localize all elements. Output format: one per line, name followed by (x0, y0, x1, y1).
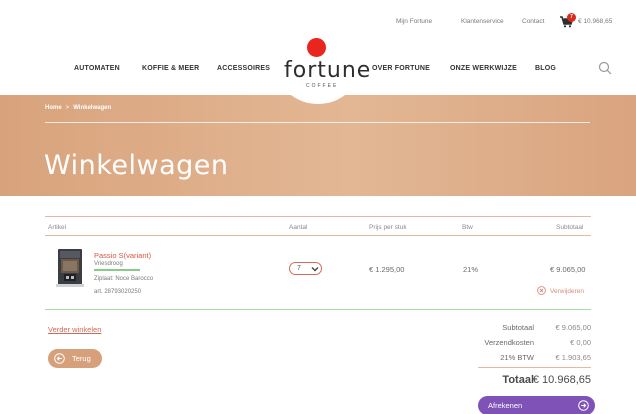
link-mijn-fortune[interactable]: Mijn Fortune (396, 18, 432, 25)
nav-koffie-meer[interactable]: KOFFIE & MEER (142, 65, 199, 72)
link-contact[interactable]: Contact (522, 18, 544, 25)
col-header-aantal: Aantal (289, 224, 308, 231)
summary-divider (478, 367, 591, 368)
continue-shopping-link[interactable]: Verder winkelen (48, 325, 101, 334)
hero-divider (45, 122, 590, 123)
nav-accessoires[interactable]: ACCESSOIRES (217, 65, 270, 72)
product-article-number: art. 28793020250 (94, 289, 142, 295)
product-ziplaat: Ziplaat: Noce Barocco (94, 276, 154, 282)
summary-subtotal-value: € 9.065,00 (555, 323, 591, 332)
variant-underline (94, 269, 140, 271)
row-subtotal: € 9.065,00 (550, 265, 586, 274)
cart-count-badge: 7 (567, 13, 576, 22)
search-icon[interactable] (598, 61, 612, 75)
col-header-btw: Btw (462, 224, 473, 231)
total-value: € 10.968,65 (532, 374, 591, 386)
chevron-down-icon (311, 267, 319, 272)
back-button[interactable]: Terug (48, 349, 102, 368)
breadcrumb: Home > Winkelwagen (45, 105, 111, 111)
quantity-value: 7 (297, 265, 301, 272)
breadcrumb-home[interactable]: Home (45, 105, 62, 111)
back-button-label: Terug (72, 354, 91, 363)
remove-button[interactable]: Verwijderen (550, 288, 584, 295)
logo-wordmark[interactable]: fortune (284, 58, 371, 83)
nav-automaten[interactable]: AUTOMATEN (74, 65, 120, 72)
checkout-button[interactable]: Afrekenen (478, 396, 595, 414)
col-header-subtotaal: Subtotaal (556, 224, 584, 231)
summary-btw-label: 21% BTW (500, 353, 534, 362)
remove-icon[interactable] (537, 286, 546, 295)
nav-onze-werkwijze[interactable]: ONZE WERKWIJZE (450, 65, 517, 72)
summary-shipping-value: € 0,00 (570, 338, 591, 347)
col-header-artikel: Artikel (48, 224, 67, 231)
row-divider (45, 309, 591, 310)
btw-rate: 21% (463, 265, 479, 274)
link-klantenservice[interactable]: Klantenservice (461, 18, 504, 25)
product-variant: Vriesdroog (94, 261, 123, 267)
product-image[interactable] (55, 249, 85, 287)
breadcrumb-separator: > (65, 105, 70, 111)
utility-bar: Mijn Fortune Klantenservice Contact 7 € … (0, 0, 636, 40)
page-title: Winkelwagen (44, 150, 229, 181)
checkout-button-label: Afrekenen (488, 401, 523, 410)
cart-total[interactable]: € 10.968,65 (578, 18, 612, 25)
logo-dot-icon (307, 38, 326, 57)
nav-over-fortune[interactable]: OVER FORTUNE (372, 65, 430, 72)
table-top-divider (45, 216, 591, 217)
summary-subtotal-label: Subtotaal (502, 323, 534, 332)
quantity-select[interactable]: 7 (289, 262, 322, 275)
unit-price: € 1.295,00 (369, 265, 405, 274)
logo-subtitle: COFFEE (306, 83, 339, 89)
summary-shipping-label: Verzendkosten (484, 338, 534, 347)
arrow-left-circle-icon (54, 353, 65, 364)
table-header-divider (45, 235, 591, 236)
total-label: Totaal (502, 374, 534, 386)
nav-blog[interactable]: BLOG (535, 65, 556, 72)
col-header-prijs: Prijs per stuk (369, 224, 407, 231)
breadcrumb-current: Winkelwagen (73, 105, 112, 111)
arrow-right-circle-icon (578, 400, 589, 411)
product-name-link[interactable]: Passio S(variant) (94, 251, 151, 260)
summary-btw-value: € 1.903,65 (555, 353, 591, 362)
